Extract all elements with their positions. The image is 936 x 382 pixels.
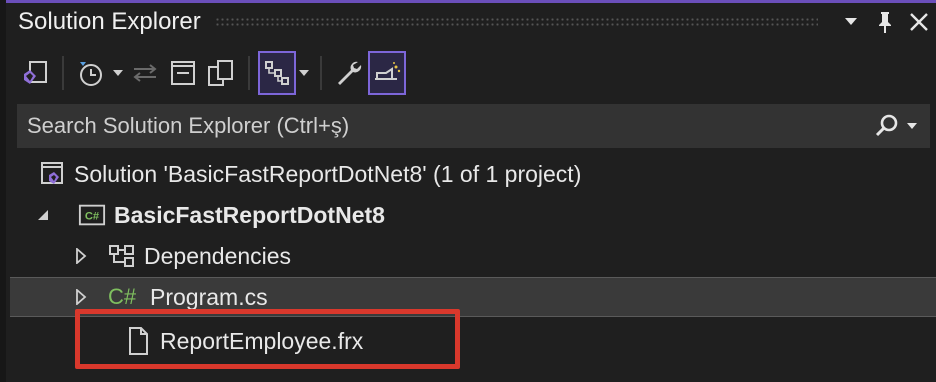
chevron-down-icon[interactable]	[906, 122, 918, 130]
pending-changes-filter-button[interactable]	[72, 51, 110, 95]
toolbar	[6, 46, 936, 100]
highlight-annotation-box	[75, 309, 460, 369]
dependencies-icon	[108, 242, 136, 270]
preview-selected-items-button[interactable]	[368, 51, 406, 95]
close-icon	[910, 13, 928, 31]
properties-button[interactable]	[330, 51, 368, 95]
pin-button[interactable]	[868, 5, 902, 39]
sync-arrows-icon	[133, 64, 157, 82]
title-drag-grip[interactable]	[214, 17, 818, 27]
window-position-dropdown-button[interactable]	[834, 5, 868, 39]
search-box[interactable]	[17, 104, 930, 148]
preview-selected-items-icon	[375, 62, 401, 80]
vs-solution-switch-icon	[24, 61, 47, 84]
tree-item-label: Program.cs	[150, 283, 268, 310]
window-title: Solution Explorer	[18, 8, 201, 35]
show-all-files-icon	[208, 60, 233, 86]
pending-changes-clock-icon	[80, 62, 102, 86]
expanded-triangle-icon[interactable]	[32, 204, 54, 226]
svg-text:C#: C#	[85, 211, 100, 223]
toolbar-separator	[62, 56, 64, 90]
solution-icon	[38, 160, 66, 188]
tree-item-project[interactable]: C# BasicFastReportDotNet8	[10, 195, 936, 235]
tree-view-icon	[265, 61, 289, 85]
tree-item-label: Solution 'BasicFastReportDotNet8' (1 of …	[74, 160, 582, 187]
tree-item-label: Dependencies	[144, 242, 292, 269]
tree-view-dropdown[interactable]	[296, 51, 312, 95]
search-input[interactable]	[17, 112, 874, 140]
chevron-down-icon	[845, 18, 857, 25]
tree-item-solution[interactable]: Solution 'BasicFastReportDotNet8' (1 of …	[10, 154, 936, 194]
solution-explorer-window: Solution Explorer Search Solution Explor…	[0, 0, 936, 382]
collapse-all-icon	[171, 61, 195, 85]
tree-item-label: BasicFastReportDotNet8	[114, 201, 385, 228]
chevron-down-icon	[113, 70, 123, 76]
search-icon[interactable]	[874, 113, 900, 139]
collapsed-triangle-icon[interactable]	[70, 286, 92, 308]
collapsed-triangle-icon[interactable]	[70, 245, 92, 267]
csharp-file-icon: C#	[108, 284, 137, 309]
pin-icon	[879, 12, 891, 33]
csharp-project-icon: C#	[78, 201, 106, 229]
close-button[interactable]	[902, 5, 936, 39]
toolbar-separator	[248, 56, 250, 90]
tree-item-dependencies[interactable]: Dependencies	[10, 236, 936, 276]
wrench-icon	[338, 61, 362, 85]
switch-views-button[interactable]	[16, 51, 54, 95]
pending-changes-dropdown[interactable]	[110, 51, 126, 95]
show-all-files-button[interactable]	[202, 51, 240, 95]
title-bar: Solution Explorer	[6, 3, 936, 41]
toolbar-separator	[320, 56, 322, 90]
sync-with-active-document-button[interactable]	[126, 51, 164, 95]
tree-view-toggle-button[interactable]	[258, 51, 296, 95]
collapse-all-button[interactable]	[164, 51, 202, 95]
chevron-down-icon	[299, 70, 309, 76]
